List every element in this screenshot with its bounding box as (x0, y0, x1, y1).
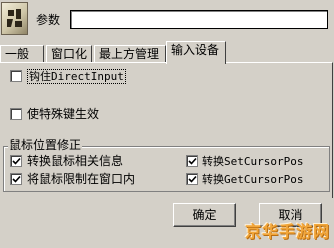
check-icon (188, 175, 197, 183)
tab-general-label: 一般 (5, 47, 30, 61)
check-icon (12, 157, 21, 165)
tab-general[interactable]: 一般 (0, 45, 44, 63)
ok-button[interactable]: 确定 (173, 203, 236, 227)
param-label: 参数 (36, 13, 61, 27)
convert-setcursorpos-checkbox[interactable] (186, 155, 198, 167)
tab-windowed-label: 窗口化 (51, 47, 88, 61)
tab-input-devices-label: 输入设备 (171, 43, 220, 57)
tab-windowed[interactable]: 窗口化 (46, 45, 92, 63)
direct-input-checkbox[interactable] (10, 70, 22, 82)
logo-glyph-icon (7, 9, 22, 27)
convert-setcursorpos-label: 转换SetCursorPos (202, 155, 304, 168)
direct-input-label-text: 钩住DirectInput (27, 69, 126, 84)
check-icon (188, 157, 197, 165)
convert-getcursorpos-checkbox[interactable] (186, 173, 198, 185)
clip-cursor-checkbox[interactable] (10, 173, 22, 185)
app-logo (1, 2, 28, 35)
tab-strip: 一般 窗口化 最上方管理 输入设备 (0, 41, 334, 64)
tab-topmost-label: 最上方管理 (99, 47, 160, 61)
param-input[interactable] (70, 10, 328, 29)
tab-topmost[interactable]: 最上方管理 (94, 45, 166, 63)
check-icon (12, 175, 21, 183)
tab-input-devices[interactable]: 输入设备 (166, 41, 226, 64)
site-watermark: 京华手游网 (244, 222, 330, 241)
special-keys-checkbox[interactable] (10, 108, 22, 120)
direct-input-label: 钩住DirectInput (27, 69, 126, 84)
convert-getcursorpos-label: 转换GetCursorPos (202, 173, 304, 186)
mouse-group-title: 鼠标位置修正 (8, 138, 83, 152)
convert-mouse-info-checkbox[interactable] (10, 155, 22, 167)
special-keys-label: 使特殊键生效 (27, 107, 100, 121)
clip-cursor-label: 将鼠标限制在窗口内 (27, 172, 136, 186)
convert-mouse-info-label: 转换鼠标相关信息 (27, 154, 124, 168)
